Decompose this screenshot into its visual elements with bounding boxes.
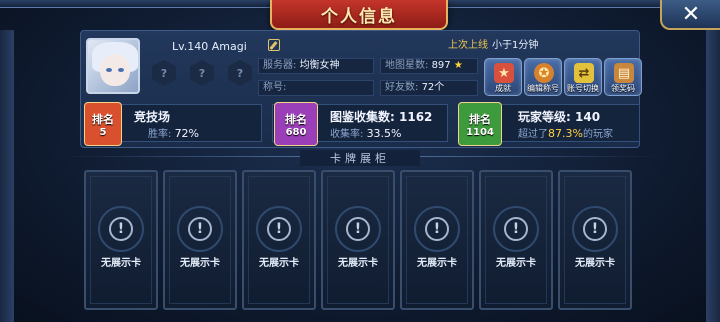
arena-rank-value: 5 bbox=[99, 126, 107, 138]
card-empty-label: 无展示卡 bbox=[417, 258, 457, 269]
left-frame bbox=[0, 30, 14, 322]
gift-code-icon: ▤ bbox=[614, 63, 634, 83]
showcase-card-5[interactable]: ! 无展示卡 bbox=[400, 170, 474, 310]
collection-rank-value: 680 bbox=[285, 126, 307, 138]
server-label: 服务器: bbox=[263, 60, 297, 71]
showcase-card-4[interactable]: ! 无展示卡 bbox=[321, 170, 395, 310]
gift-code-label: 领奖码 bbox=[611, 84, 635, 93]
card-empty-label: 无展示卡 bbox=[101, 258, 141, 269]
percentile-suffix: 的玩家 bbox=[582, 129, 613, 140]
achievement-icon: ★ bbox=[494, 63, 514, 83]
title-banner: 个人信息 bbox=[270, 0, 448, 30]
friends-field: 好友数: 72个 bbox=[380, 80, 478, 96]
map-stars-field: 地图星数: 897 ★ bbox=[380, 58, 478, 74]
avatar-eye bbox=[118, 68, 124, 72]
rank-label: 排名 bbox=[285, 112, 307, 126]
edit-title-button[interactable]: ✪ 编辑称号 bbox=[524, 58, 562, 96]
percentile-value: 87.3% bbox=[548, 127, 583, 140]
collection-rate-label: 收集率: bbox=[330, 129, 364, 140]
showcase-card-1[interactable]: ! 无展示卡 bbox=[84, 170, 158, 310]
badge-placeholder: ? bbox=[198, 66, 206, 80]
collection-title: 图鉴收集数: 1162 bbox=[330, 108, 432, 125]
showcase-card-6[interactable]: ! 无展示卡 bbox=[479, 170, 553, 310]
player-level-title: 玩家等级: 140 bbox=[518, 108, 600, 125]
player-level-percentile: 超过了87.3%的玩家 bbox=[518, 125, 613, 140]
avatar[interactable] bbox=[86, 38, 140, 94]
avatar-face bbox=[100, 54, 130, 86]
friends-value: 72个 bbox=[421, 82, 445, 93]
server-value: 均衡女神 bbox=[299, 60, 340, 71]
alert-icon: ! bbox=[267, 217, 291, 241]
winrate-label: 胜率: bbox=[148, 129, 172, 140]
nickname-label: 称号: bbox=[263, 82, 287, 93]
switch-account-label: 账号切换 bbox=[567, 84, 599, 93]
last-online: 上次上线 小于1分钟 bbox=[448, 36, 538, 51]
game-screen: 个人信息 ✕ Lv.140 Amagi ? ? ? 服务器: 均衡女神 地图星数… bbox=[0, 0, 720, 322]
badge-placeholder: ? bbox=[160, 66, 168, 80]
title-medal-icon: ✪ bbox=[534, 63, 554, 83]
collection-rank-tag: 排名 680 bbox=[274, 102, 318, 146]
achievement-button[interactable]: ★ 成就 bbox=[484, 58, 522, 96]
card-empty-label: 无展示卡 bbox=[259, 258, 299, 269]
alert-icon: ! bbox=[425, 217, 449, 241]
nickname-field: 称号: bbox=[258, 80, 374, 96]
player-level-value: 140 bbox=[575, 110, 601, 124]
edit-title-label: 编辑称号 bbox=[527, 84, 559, 93]
card-empty-label: 无展示卡 bbox=[338, 258, 378, 269]
server-field: 服务器: 均衡女神 bbox=[258, 58, 374, 74]
alert-icon: ! bbox=[583, 217, 607, 241]
percentile-prefix: 超过了 bbox=[518, 129, 548, 140]
map-stars-label: 地图星数: bbox=[385, 60, 429, 71]
player-level-rank-value: 1104 bbox=[466, 126, 494, 138]
star-icon: ★ bbox=[453, 60, 463, 71]
map-stars-value: 897 bbox=[431, 60, 451, 71]
collection-count: 1162 bbox=[399, 110, 433, 124]
showcase-card-2[interactable]: ! 无展示卡 bbox=[163, 170, 237, 310]
showcase-card-3[interactable]: ! 无展示卡 bbox=[242, 170, 316, 310]
alert-icon: ! bbox=[346, 217, 370, 241]
player-level-rank-tag: 排名 1104 bbox=[458, 102, 502, 146]
achievement-label: 成就 bbox=[495, 84, 511, 93]
friends-label: 好友数: bbox=[385, 82, 419, 93]
collection-rate-value: 33.5% bbox=[366, 127, 402, 140]
badge-placeholder: ? bbox=[236, 66, 244, 80]
collection-title-label: 图鉴收集数: bbox=[330, 110, 395, 124]
edit-icon[interactable] bbox=[268, 39, 280, 51]
winrate-value: 72% bbox=[174, 127, 200, 140]
arena-rank-tag: 排名 5 bbox=[84, 102, 122, 146]
player-level-name: Lv.140 Amagi bbox=[172, 40, 247, 53]
showcase-card-7[interactable]: ! 无展示卡 bbox=[558, 170, 632, 310]
showcase-title: 卡牌展柜 bbox=[300, 150, 420, 166]
last-online-value: 小于1分钟 bbox=[492, 40, 539, 51]
card-empty-label: 无展示卡 bbox=[496, 258, 536, 269]
alert-icon: ! bbox=[109, 217, 133, 241]
arena-title: 竞技场 bbox=[134, 110, 171, 124]
close-icon: ✕ bbox=[681, 1, 701, 27]
alert-icon: ! bbox=[504, 217, 528, 241]
close-button[interactable]: ✕ bbox=[660, 0, 720, 30]
card-empty-label: 无展示卡 bbox=[180, 258, 220, 269]
avatar-eye bbox=[106, 68, 112, 72]
rank-label: 排名 bbox=[92, 112, 114, 126]
right-frame bbox=[706, 30, 720, 322]
page-title: 个人信息 bbox=[321, 6, 397, 27]
rank-label: 排名 bbox=[469, 112, 491, 126]
gift-code-button[interactable]: ▤ 领奖码 bbox=[604, 58, 642, 96]
player-level-title-label: 玩家等级: bbox=[518, 110, 571, 124]
switch-account-icon: ⇄ bbox=[574, 63, 594, 83]
alert-icon: ! bbox=[188, 217, 212, 241]
card-empty-label: 无展示卡 bbox=[575, 258, 615, 269]
arena-winrate: 胜率: 72% bbox=[148, 125, 199, 140]
last-online-label: 上次上线 bbox=[448, 40, 488, 51]
collection-rate: 收集率: 33.5% bbox=[330, 125, 402, 140]
switch-account-button[interactable]: ⇄ 账号切换 bbox=[564, 58, 602, 96]
